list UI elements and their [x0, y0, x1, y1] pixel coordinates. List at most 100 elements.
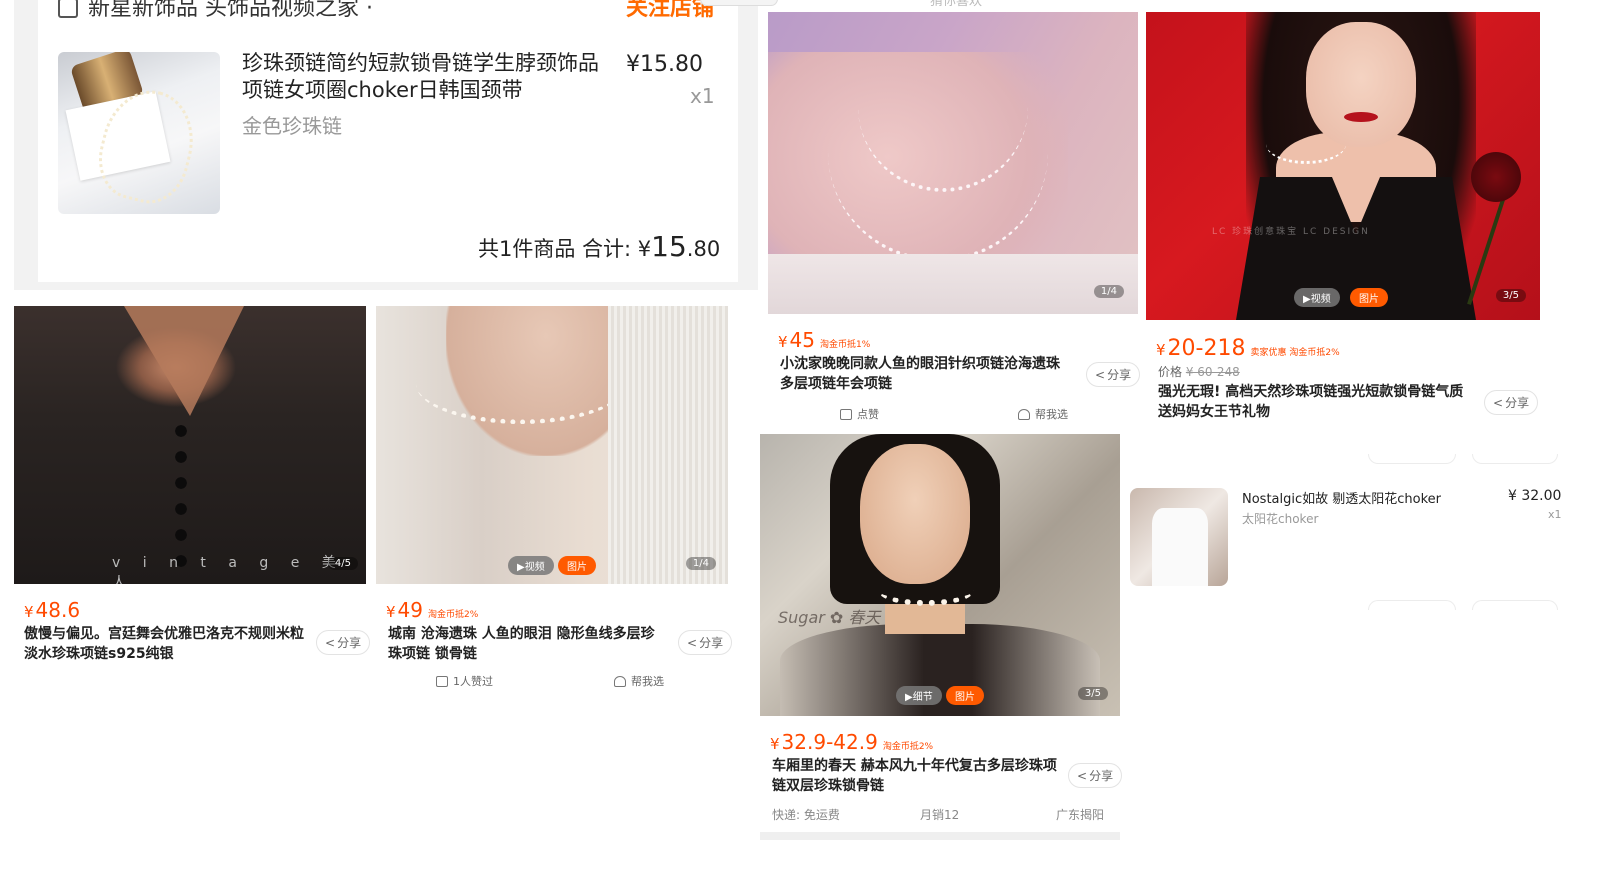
- checkbox-icon[interactable]: [58, 0, 78, 18]
- coin-discount-tag: 淘金币抵2%: [882, 742, 934, 752]
- price-value: 20-218: [1167, 336, 1246, 361]
- photo-lips: [1344, 112, 1378, 122]
- share-icon: <: [1493, 396, 1504, 410]
- product-image-4[interactable]: LC 珍珠创意珠宝 LC DESIGN ▶视频 图片 3/5: [1146, 12, 1540, 320]
- share-label: 分享: [699, 636, 724, 650]
- like-count: 1人赞过: [453, 675, 493, 688]
- share-button[interactable]: < 分享: [1086, 362, 1141, 387]
- picture-tab[interactable]: 图片: [558, 556, 596, 575]
- share-button[interactable]: < 分享: [1068, 763, 1123, 788]
- price-value: 48.6: [35, 598, 81, 622]
- like-button[interactable]: 点赞: [840, 406, 879, 422]
- people-icon: [1018, 409, 1030, 420]
- order-total-int: 15: [651, 230, 687, 263]
- photo-cardigan: [608, 306, 728, 584]
- product-price-2: ¥49 淘金币抵2%: [386, 598, 478, 622]
- image-counter: 3/5: [1495, 289, 1526, 302]
- order-item-thumbnail[interactable]: [58, 52, 220, 214]
- price-value: 32.9-42.9: [781, 730, 878, 754]
- picture-tab[interactable]: 图片: [1350, 288, 1388, 307]
- order-item-sku: 金色珍珠链: [242, 114, 342, 138]
- order-item-price: ¥15.80: [626, 52, 703, 77]
- discount-tags: 卖家优惠 淘金币抵2%: [1250, 348, 1340, 358]
- share-label: 分享: [1089, 769, 1114, 783]
- original-price: 价格 ¥ 60-248: [1158, 363, 1240, 380]
- share-label: 分享: [337, 636, 362, 650]
- share-icon: <: [1095, 368, 1106, 382]
- product-price-1: ¥48.6: [24, 598, 80, 622]
- share-icon: <: [1077, 769, 1088, 783]
- photo-face: [860, 444, 970, 584]
- product-title-1[interactable]: 傲慢与偏见。宫廷舞会优雅巴洛克不规则米粒淡水珍珠项链s925纯银: [24, 624, 314, 664]
- help-choose-button[interactable]: 帮我选: [614, 673, 664, 689]
- recommend-heading: 猜你喜欢: [930, 0, 983, 9]
- like-button[interactable]: 1人赞过: [436, 673, 493, 689]
- currency-symbol: ¥: [770, 735, 780, 753]
- price-value: 49: [397, 598, 423, 622]
- image-counter: 4/5: [327, 557, 358, 570]
- currency-symbol: ¥: [1156, 341, 1166, 359]
- image-watermark: Sugar ✿ 春天: [778, 608, 881, 627]
- order-item-qty: x1: [690, 84, 715, 108]
- photo-necklace: [1266, 124, 1346, 164]
- help-choose-label: 帮我选: [631, 675, 664, 688]
- order-total-dec: .80: [686, 237, 721, 261]
- share-button[interactable]: < 分享: [678, 630, 733, 655]
- video-tab[interactable]: ▶视频: [1294, 288, 1340, 307]
- hidden-button: [1472, 600, 1558, 610]
- photo-buttons: [174, 421, 188, 571]
- share-label: 分享: [1505, 396, 1530, 410]
- photo-necklace: [416, 344, 626, 424]
- product-title-5[interactable]: 车厢里的春天 赫本风九十年代复古多层珍珠项链双层珍珠锁骨链: [772, 756, 1058, 796]
- share-icon: <: [325, 636, 336, 650]
- product-title-3[interactable]: 小沈家晚晚同款人鱼的眼泪针织项链沧海遗珠多层项链年会项链: [780, 354, 1070, 394]
- order-item-title[interactable]: 珍珠颈链简约短款锁骨链学生脖颈饰品项链女项圈choker日韩国颈带: [242, 50, 612, 104]
- help-choose-button[interactable]: 帮我选: [1018, 406, 1068, 422]
- share-button[interactable]: < 分享: [1484, 390, 1539, 415]
- coin-discount-tag: 淘金币抵1%: [820, 340, 871, 350]
- product-image-2[interactable]: ▶视频 图片 1/4: [376, 306, 728, 584]
- picture-tab[interactable]: 图片: [946, 686, 984, 705]
- order-total: 共1件商品 合计: ¥15.80: [478, 230, 720, 263]
- share-button[interactable]: < 分享: [316, 630, 371, 655]
- photo-rose: [1471, 152, 1521, 202]
- store-header[interactable]: 新星新饰品 头饰品视频之家 ·: [58, 0, 373, 22]
- hidden-button: [1368, 454, 1456, 464]
- photo-dress: [1152, 508, 1208, 586]
- detail-tab[interactable]: ▶细节: [896, 686, 942, 705]
- divider: [760, 832, 1120, 840]
- image-watermark: v i n t a g e 美人: [112, 555, 345, 584]
- product-title-2[interactable]: 城南 沧海遗珠 人鱼的眼泪 隐形鱼线多层珍珠项链 锁骨链: [388, 624, 668, 664]
- coin-discount-tag: 淘金币抵2%: [428, 610, 479, 620]
- share-icon: <: [687, 636, 698, 650]
- photo-top: [780, 624, 1100, 716]
- product-image-3[interactable]: 1/4: [768, 12, 1138, 314]
- order-item-qty-2: x1: [1548, 508, 1562, 521]
- photo-towel: [768, 254, 1138, 314]
- monthly-sales: 月销12: [920, 808, 960, 822]
- product-image-5[interactable]: Sugar ✿ 春天 ▶细节 图片 3/5: [760, 434, 1120, 716]
- image-watermark: LC 珍珠创意珠宝 LC DESIGN: [1212, 227, 1370, 237]
- like-label: 点赞: [857, 408, 879, 421]
- photo-necklace-strand: [828, 42, 1048, 262]
- product-price-4: ¥20-218 卖家优惠 淘金币抵2%: [1156, 336, 1340, 361]
- order-item-price-2: ¥ 32.00: [1508, 488, 1562, 504]
- order-item-sku-2: 太阳花choker: [1242, 512, 1319, 526]
- product-image-1[interactable]: v i n t a g e 美人 4/5: [14, 306, 366, 584]
- image-counter: 3/5: [1077, 687, 1108, 700]
- image-counter: 1/4: [685, 557, 716, 570]
- status-pill: [700, 0, 778, 6]
- product-title-4[interactable]: 强光无瑕! 高档天然珍珠项链强光短款锁骨链气质送妈妈女王节礼物: [1158, 382, 1468, 422]
- original-price-label: 价格: [1158, 365, 1183, 379]
- order-item-title-2[interactable]: Nostalgic如故 剔透太阳花choker: [1242, 488, 1441, 507]
- order-total-prefix: 共1件商品 合计: ¥: [478, 237, 652, 261]
- order-item-thumbnail-2[interactable]: [1130, 488, 1228, 586]
- hidden-button: [1472, 454, 1558, 464]
- image-counter: 1/4: [1093, 285, 1124, 298]
- product-price-5: ¥32.9-42.9 淘金币抵2%: [770, 730, 933, 754]
- photo-choker: [878, 574, 974, 606]
- ship-location: 广东揭阳: [1056, 808, 1105, 822]
- thumbs-up-icon: [436, 676, 448, 687]
- store-name: 新星新饰品 头饰品视频之家 ·: [88, 0, 373, 21]
- video-tab[interactable]: ▶视频: [508, 556, 554, 575]
